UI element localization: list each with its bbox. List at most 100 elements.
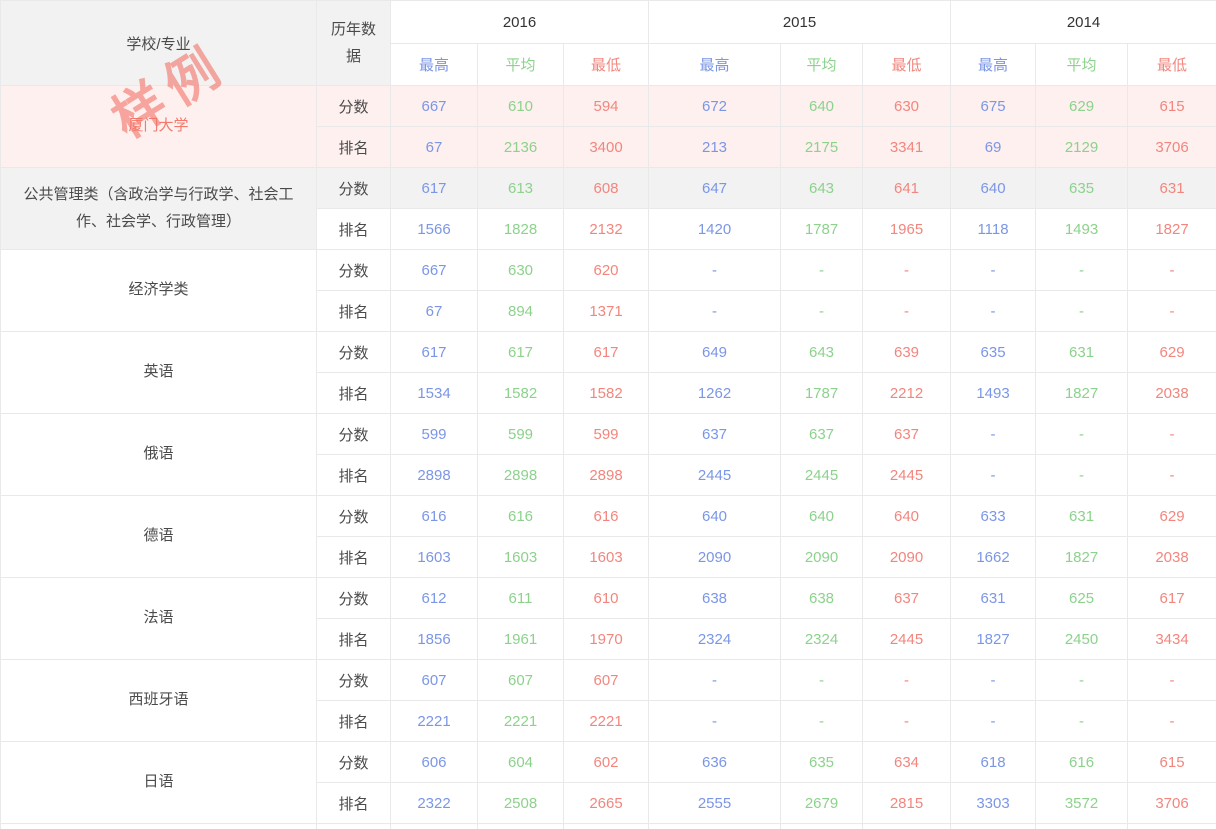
rank-cell: - <box>1128 455 1216 496</box>
score-cell: 599 <box>478 414 564 455</box>
score-cell: 634 <box>863 742 951 783</box>
rank-cell: 1262 <box>649 373 781 414</box>
year-header-2016: 2016 <box>391 1 649 44</box>
score-cell: 620 <box>564 250 649 291</box>
rank-cell: 1582 <box>478 373 564 414</box>
rank-label: 排名 <box>317 209 391 250</box>
score-cell: 615 <box>1128 742 1216 783</box>
metric-header-avg: 平均 <box>478 44 564 86</box>
rank-cell: - <box>863 701 951 742</box>
rank-cell: 1787 <box>781 373 863 414</box>
score-row[interactable]: 德语分数616616616640640640633631629 <box>1 496 1216 537</box>
score-cell: 604 <box>478 742 564 783</box>
score-cell: 611 <box>478 578 564 619</box>
score-cell: 640 <box>863 496 951 537</box>
score-cell: 617 <box>391 332 478 373</box>
score-cell: 599 <box>391 414 478 455</box>
score-cell: 630 <box>478 250 564 291</box>
score-cell: - <box>781 660 863 701</box>
rank-cell: 1582 <box>564 373 649 414</box>
score-cell: 617 <box>1128 578 1216 619</box>
score-cell: 640 <box>649 496 781 537</box>
metric-header-min: 最低 <box>564 44 649 86</box>
rank-cell: 2324 <box>781 619 863 660</box>
score-row[interactable]: 英语分数617617617649643639635631629 <box>1 332 1216 373</box>
score-row[interactable]: 西班牙语分数607607607------ <box>1 660 1216 701</box>
score-cell: 635 <box>951 332 1036 373</box>
score-cell: 616 <box>1036 742 1128 783</box>
score-cell: 640 <box>781 496 863 537</box>
score-cell: 672 <box>649 86 781 127</box>
table-body: 厦门大学分数667610594672640630675629615排名67213… <box>1 86 1216 829</box>
score-row[interactable]: 经济学类分数667630620------ <box>1 250 1216 291</box>
score-cell: - <box>649 660 781 701</box>
rank-cell: 1961 <box>478 619 564 660</box>
rank-cell: 2898 <box>478 455 564 496</box>
score-cell: 630 <box>863 86 951 127</box>
score-row[interactable]: 厦门大学分数667610594672640630675629615 <box>1 86 1216 127</box>
rank-cell: 2129 <box>1036 127 1128 168</box>
score-cell: 667 <box>391 86 478 127</box>
rank-cell: 1493 <box>951 373 1036 414</box>
rank-cell: 1856 <box>391 619 478 660</box>
metric-header-min: 最低 <box>1128 44 1216 86</box>
rank-cell: 3706 <box>1128 783 1216 824</box>
score-cell: 675 <box>951 86 1036 127</box>
score-cell: 643 <box>781 332 863 373</box>
rank-cell: 1662 <box>951 537 1036 578</box>
rank-cell: 2445 <box>781 455 863 496</box>
score-label: 分数 <box>317 414 391 455</box>
rank-cell: 2679 <box>781 783 863 824</box>
score-cell: 602 <box>564 742 649 783</box>
metric-header-avg: 平均 <box>1036 44 1128 86</box>
rank-cell: 1965 <box>863 209 951 250</box>
score-cell: 607 <box>478 660 564 701</box>
rank-cell: 2555 <box>649 783 781 824</box>
partial-row <box>1 824 1216 829</box>
rank-cell: - <box>781 701 863 742</box>
rank-cell: - <box>1128 701 1216 742</box>
rank-cell: 1828 <box>478 209 564 250</box>
major-name: 日语 <box>1 742 317 824</box>
score-cell: - <box>951 414 1036 455</box>
rank-cell: 2212 <box>863 373 951 414</box>
score-cell: 625 <box>1036 578 1128 619</box>
score-cell: 637 <box>649 414 781 455</box>
rank-cell: 1118 <box>951 209 1036 250</box>
score-cell: 631 <box>951 578 1036 619</box>
score-label: 分数 <box>317 332 391 373</box>
score-cell: - <box>1128 250 1216 291</box>
rank-label: 排名 <box>317 127 391 168</box>
major-name: 英语 <box>1 332 317 414</box>
table-header-year-row: 学校/专业 历年数据 2016 2015 2014 <box>1 1 1216 44</box>
rank-cell: 67 <box>391 127 478 168</box>
major-name: 厦门大学 <box>1 86 317 168</box>
score-row[interactable]: 法语分数612611610638638637631625617 <box>1 578 1216 619</box>
metric-header-max: 最高 <box>649 44 781 86</box>
major-name: 经济学类 <box>1 250 317 332</box>
rank-cell: 3706 <box>1128 127 1216 168</box>
score-cell: 613 <box>478 168 564 209</box>
score-cell: 612 <box>391 578 478 619</box>
score-label: 分数 <box>317 250 391 291</box>
rank-cell: 1603 <box>391 537 478 578</box>
score-row[interactable]: 俄语分数599599599637637637--- <box>1 414 1216 455</box>
score-label: 分数 <box>317 660 391 701</box>
rank-cell: 3572 <box>1036 783 1128 824</box>
score-label: 分数 <box>317 496 391 537</box>
score-label: 分数 <box>317 86 391 127</box>
score-row[interactable]: 公共管理类（含政治学与行政学、社会工作、社会学、行政管理）分数617613608… <box>1 168 1216 209</box>
rank-cell: 2090 <box>649 537 781 578</box>
score-row[interactable]: 日语分数606604602636635634618616615 <box>1 742 1216 783</box>
rank-cell: 2221 <box>564 701 649 742</box>
rank-cell: 1603 <box>564 537 649 578</box>
rank-cell: 2136 <box>478 127 564 168</box>
year-header-2014: 2014 <box>951 1 1216 44</box>
rank-cell: 3400 <box>564 127 649 168</box>
rank-cell: - <box>1036 455 1128 496</box>
rank-cell: 69 <box>951 127 1036 168</box>
year-header-2015: 2015 <box>649 1 951 44</box>
rank-cell: 2175 <box>781 127 863 168</box>
school-major-header: 学校/专业 <box>1 1 317 86</box>
rank-cell: - <box>951 291 1036 332</box>
